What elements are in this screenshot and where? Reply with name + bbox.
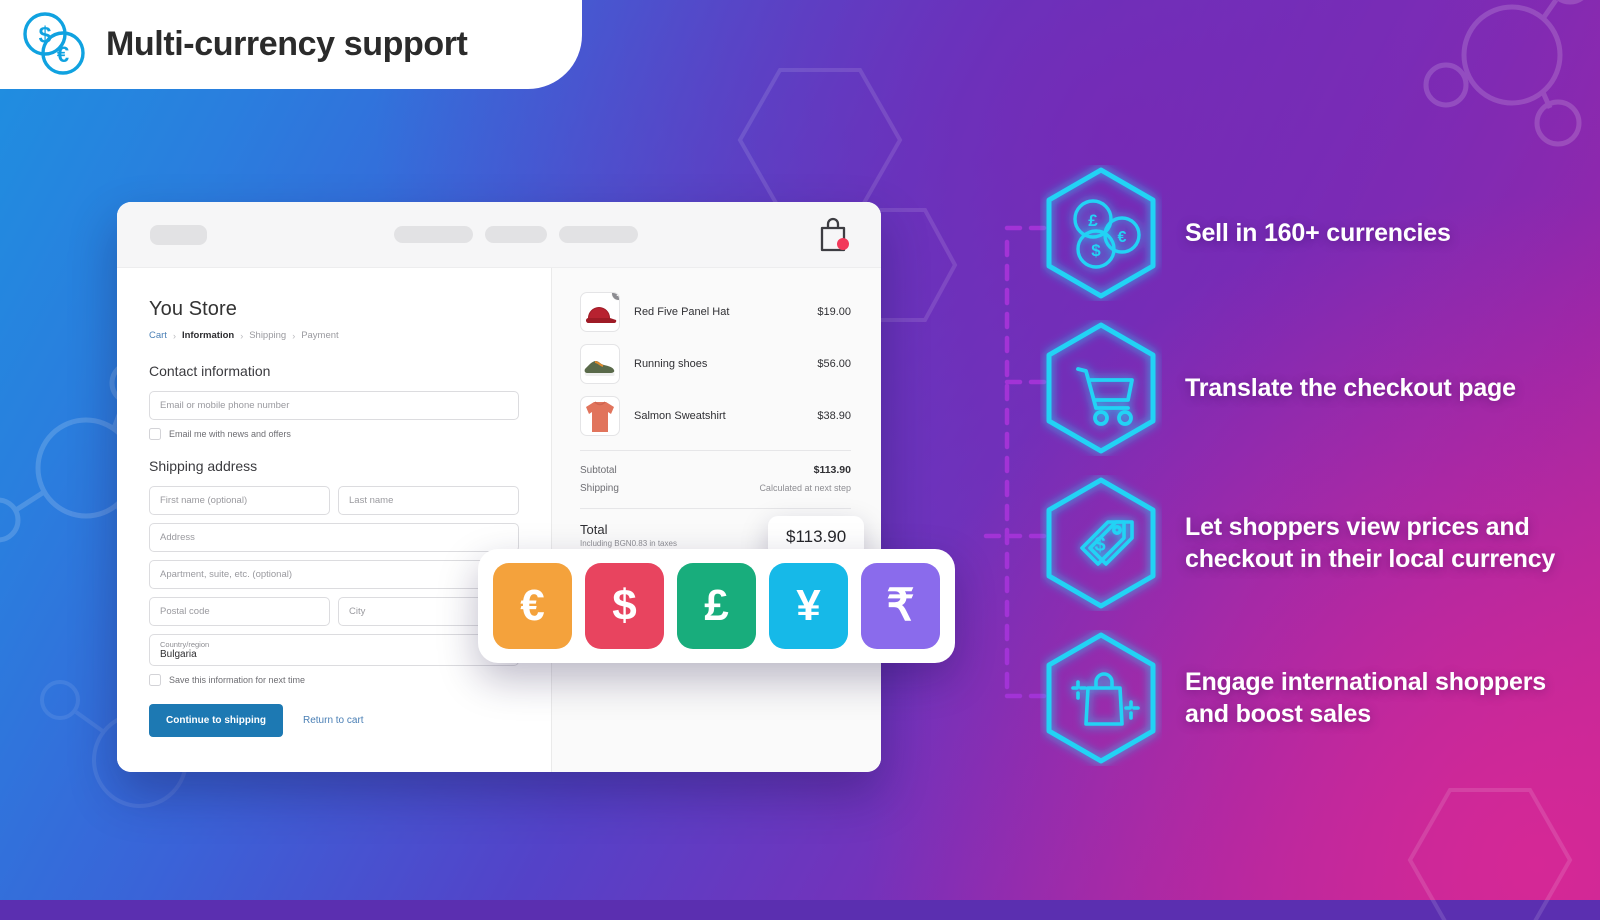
- breadcrumb-separator: ›: [240, 330, 244, 341]
- newsletter-checkbox-row[interactable]: Email me with news and offers: [149, 428, 519, 440]
- postal-code-field[interactable]: Postal code: [149, 597, 330, 626]
- form-actions: Continue to shipping Return to cart: [149, 704, 519, 737]
- feature-item-currencies: £ € $ Sell in 160+ currencies: [1040, 155, 1600, 310]
- country-region-value: Bulgaria: [160, 648, 197, 660]
- currency-symbol-yen: ¥: [796, 581, 821, 630]
- two-coins-dollar-euro-icon: $ €: [18, 9, 88, 80]
- contact-information-heading: Contact information: [149, 363, 271, 379]
- country-region-label: Country/region: [160, 639, 210, 649]
- feature-text: Let shoppers view prices and checkout in…: [1185, 512, 1556, 573]
- store-logo-placeholder: [150, 224, 207, 245]
- name-field-row: First name (optional) Last name: [149, 486, 519, 523]
- red-cap-thumbnail: 1: [580, 292, 620, 332]
- feature-list: £ € $ Sell in 160+ currencies Translate …: [1040, 155, 1600, 775]
- save-info-checkbox-row[interactable]: Save this information for next time: [149, 674, 519, 686]
- checkout-mockup-card: You Store Cart › Information › Shipping …: [117, 202, 881, 772]
- item-price: $56.00: [817, 358, 851, 370]
- price-tag-icon: $: [1040, 475, 1162, 611]
- three-coins-icon: £ € $: [1040, 165, 1162, 301]
- breadcrumb: Cart › Information › Shipping › Payment: [149, 330, 519, 341]
- currency-symbol-dollar: $: [612, 581, 637, 630]
- currency-tile-rupee[interactable]: ₹: [861, 563, 940, 649]
- nav-placeholder-3[interactable]: [559, 226, 638, 243]
- item-name: Salmon Sweatshirt: [634, 410, 726, 422]
- salmon-sweatshirt-thumbnail: [580, 396, 620, 436]
- country-region-select[interactable]: Country/region Bulgaria: [149, 634, 519, 666]
- svg-text:€: €: [1118, 229, 1127, 246]
- item-price: $19.00: [817, 306, 851, 318]
- shipping-value: Calculated at next step: [759, 483, 851, 493]
- store-name: You Store: [149, 298, 238, 320]
- breadcrumb-separator: ›: [172, 330, 176, 341]
- svg-text:$: $: [1094, 534, 1105, 556]
- summary-divider: [580, 508, 851, 509]
- summary-divider: [580, 450, 851, 451]
- checkout-form-column: You Store Cart › Information › Shipping …: [117, 268, 551, 772]
- feature-item-local-prices: $ Let shoppers view prices and checkout …: [1040, 465, 1600, 620]
- nav-placeholder-2[interactable]: [485, 226, 547, 243]
- svg-text:$: $: [39, 22, 52, 48]
- header-banner: $ € Multi-currency support: [0, 0, 582, 89]
- return-to-cart-link[interactable]: Return to cart: [303, 715, 364, 726]
- feature-text: Translate the checkout page: [1185, 373, 1516, 402]
- currency-tile-dollar[interactable]: $: [585, 563, 664, 649]
- cart-bag-icon[interactable]: [816, 216, 850, 259]
- shipping-label: Shipping: [580, 483, 619, 494]
- breadcrumb-separator: ›: [292, 330, 296, 341]
- shopping-bag-sparkle-icon: [1040, 630, 1162, 766]
- item-name: Red Five Panel Hat: [634, 306, 730, 318]
- feature-item-translate: Translate the checkout page: [1040, 310, 1600, 465]
- currency-tile-euro[interactable]: €: [493, 563, 572, 649]
- newsletter-checkbox[interactable]: [149, 428, 161, 440]
- subtotal-row: Subtotal $113.90: [580, 464, 851, 476]
- shipping-address-heading: Shipping address: [149, 458, 258, 474]
- svg-text:$: $: [1091, 241, 1101, 260]
- order-line-item: Salmon Sweatshirt $38.90: [580, 396, 851, 436]
- svg-text:£: £: [1088, 211, 1098, 230]
- total-tax-note: Including BGN0.83 in taxes: [580, 539, 677, 548]
- nav-placeholder-1[interactable]: [394, 226, 473, 243]
- breadcrumb-item-shipping[interactable]: Shipping: [249, 330, 286, 341]
- feature-text: Engage international shoppers and boost …: [1185, 667, 1546, 728]
- item-name: Running shoes: [634, 358, 708, 370]
- order-line-item: 1 Red Five Panel Hat $19.00: [580, 292, 851, 332]
- breadcrumb-item-cart[interactable]: Cart: [149, 330, 167, 341]
- breadcrumb-item-information[interactable]: Information: [182, 330, 234, 341]
- breadcrumb-item-payment[interactable]: Payment: [301, 330, 339, 341]
- svg-text:€: €: [57, 42, 69, 67]
- shipping-row: Shipping Calculated at next step: [580, 483, 851, 494]
- shopping-cart-icon: [1040, 320, 1162, 456]
- last-name-field[interactable]: Last name: [338, 486, 519, 515]
- item-price: $38.90: [817, 410, 851, 422]
- postal-city-field-row: Postal code City: [149, 597, 519, 634]
- currency-symbol-rupee: ₹: [886, 581, 915, 630]
- email-field[interactable]: Email or mobile phone number: [149, 391, 519, 420]
- total-label: Total: [580, 522, 608, 537]
- newsletter-label: Email me with news and offers: [169, 429, 291, 439]
- first-name-field[interactable]: First name (optional): [149, 486, 330, 515]
- subtotal-label: Subtotal: [580, 465, 617, 476]
- address-field[interactable]: Address: [149, 523, 519, 552]
- currency-tile-yen[interactable]: ¥: [769, 563, 848, 649]
- currency-tile-pound[interactable]: £: [677, 563, 756, 649]
- save-info-checkbox[interactable]: [149, 674, 161, 686]
- page-title: Multi-currency support: [106, 25, 468, 63]
- apartment-field[interactable]: Apartment, suite, etc. (optional): [149, 560, 519, 589]
- currency-switcher-bar: € $ £ ¥ ₹: [478, 549, 955, 663]
- currency-symbol-pound: £: [704, 581, 729, 630]
- feature-text: Sell in 160+ currencies: [1185, 218, 1451, 247]
- continue-to-shipping-button[interactable]: Continue to shipping: [149, 704, 283, 737]
- store-nav-placeholders: [394, 226, 638, 243]
- subtotal-value: $113.90: [813, 464, 851, 476]
- molecule-decoration-bottom-right: [1407, 788, 1573, 920]
- order-line-item: Running shoes $56.00: [580, 344, 851, 384]
- save-info-label: Save this information for next time: [169, 675, 306, 685]
- currency-symbol-euro: €: [520, 581, 545, 630]
- feature-item-engage: Engage international shoppers and boost …: [1040, 620, 1600, 775]
- store-topbar: [117, 202, 881, 268]
- running-shoe-thumbnail: [580, 344, 620, 384]
